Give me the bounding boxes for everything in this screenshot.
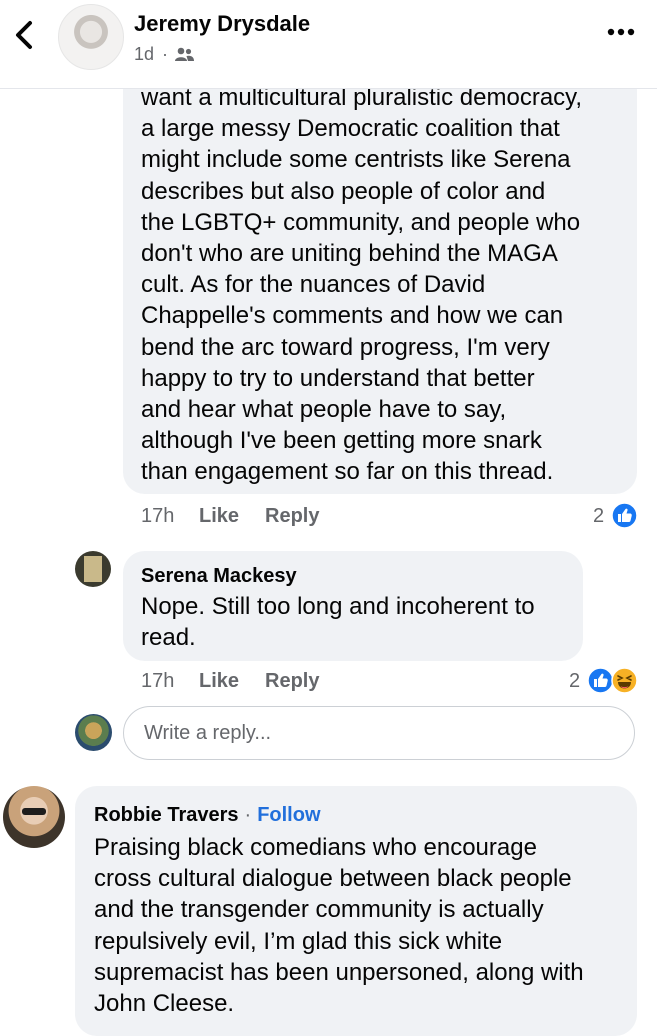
back-chevron-icon	[16, 21, 32, 49]
group-audience-icon	[175, 47, 194, 61]
author-name[interactable]: Jeremy Drysdale	[134, 11, 310, 37]
reaction-count[interactable]: 2	[593, 505, 604, 528]
more-dots-icon	[607, 28, 635, 36]
comment-text: want a multicultural pluralistic democra…	[141, 84, 583, 486]
more-options-button[interactable]	[606, 22, 636, 42]
comment-bubble: want a multicultural pluralistic democra…	[123, 30, 637, 494]
reply-button[interactable]: Reply	[265, 670, 319, 693]
post-time[interactable]: 1d	[134, 44, 154, 65]
follow-button[interactable]: Follow	[257, 804, 320, 826]
comment-time[interactable]: 17h	[141, 505, 174, 528]
commenter-avatar[interactable]	[3, 786, 65, 848]
comment-bubble: Serena Mackesy Nope. Still too long and …	[123, 551, 583, 661]
like-reaction-icon[interactable]	[611, 502, 638, 529]
comment-header: Robbie Travers · Follow	[94, 804, 321, 827]
comment-text: Nope. Still too long and incoherent to r…	[141, 593, 535, 652]
like-reaction-icon[interactable]	[587, 667, 614, 694]
commenter-avatar[interactable]	[75, 551, 111, 587]
haha-reaction-icon[interactable]	[611, 667, 638, 694]
comment-text: Praising black comedians who encourage c…	[94, 834, 584, 1018]
post-header: Jeremy Drysdale 1d ·	[0, 0, 657, 89]
my-avatar[interactable]	[75, 714, 112, 751]
like-button[interactable]: Like	[199, 505, 239, 528]
like-button[interactable]: Like	[199, 670, 239, 693]
author-avatar[interactable]	[58, 4, 124, 70]
comment-bubble: Robbie Travers · Follow Praising black com…	[75, 786, 637, 1036]
commenter-name[interactable]: Robbie Travers	[94, 804, 239, 826]
comment-time[interactable]: 17h	[141, 670, 174, 693]
reaction-count[interactable]: 2	[569, 670, 580, 693]
separator-dot: ·	[244, 804, 252, 826]
reply-button[interactable]: Reply	[265, 505, 319, 528]
commenter-name[interactable]: Serena Mackesy	[141, 565, 297, 588]
reply-input[interactable]	[142, 707, 606, 759]
separator-dot: ·	[162, 44, 168, 64]
reply-input-box[interactable]	[123, 706, 635, 760]
back-button[interactable]	[8, 18, 42, 52]
